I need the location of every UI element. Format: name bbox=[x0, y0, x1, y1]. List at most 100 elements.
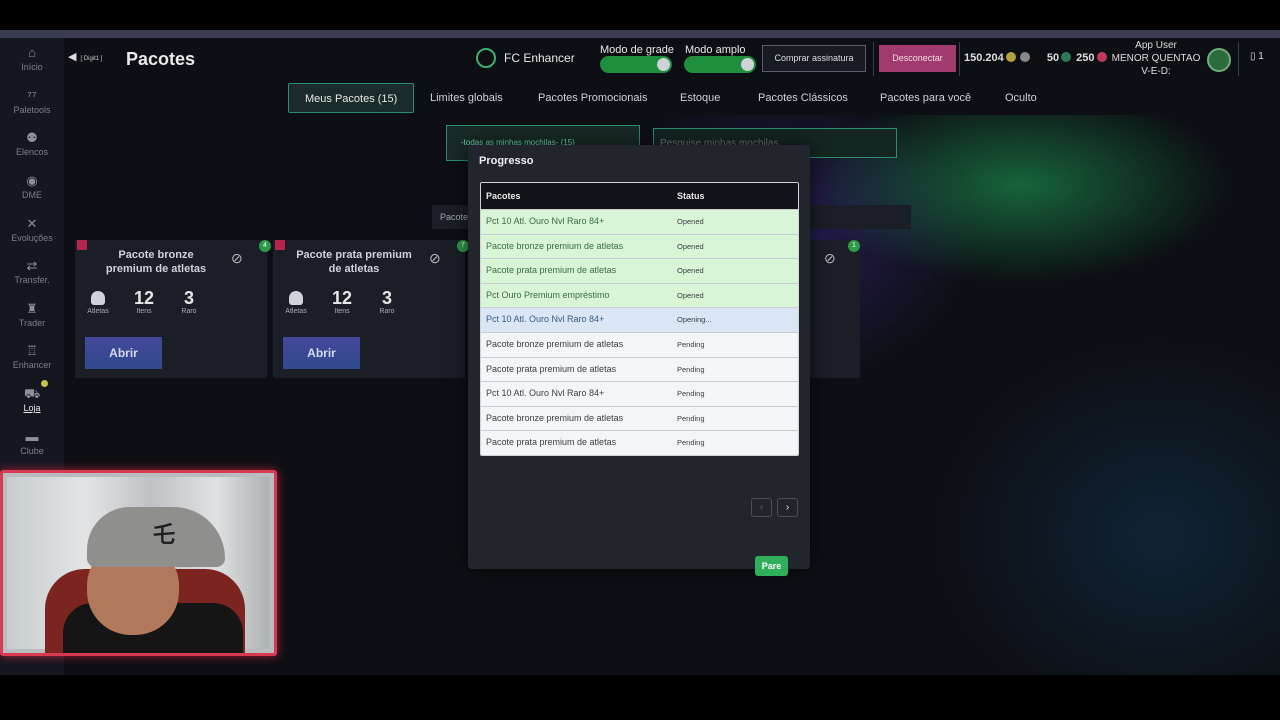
column-header-status: Status bbox=[677, 191, 705, 201]
person-icon bbox=[91, 291, 105, 305]
shortcut-hint: [ Digit1 ] bbox=[80, 56, 103, 62]
toggle-knob bbox=[741, 58, 754, 71]
pack-count-badge: 1 bbox=[848, 240, 860, 252]
disconnect-button[interactable]: Desconectar bbox=[879, 45, 956, 72]
table-row: Pacote bronze premium de atletas Pending bbox=[481, 331, 798, 357]
pack-status: Pending bbox=[677, 364, 705, 374]
phone-count: 1 bbox=[1258, 51, 1264, 62]
wide-mode-toggle[interactable] bbox=[684, 56, 756, 73]
table-row: Pacote prata premium de atletas Pending bbox=[481, 430, 798, 455]
token-icon bbox=[1096, 52, 1107, 62]
stat-label: Atletas bbox=[285, 308, 307, 315]
subscribe-button[interactable]: Comprar assinatura bbox=[762, 45, 866, 72]
table-row: Pct 10 Atl. Ouro Nvl Raro 84+ Pending bbox=[481, 381, 798, 406]
sidebar-item-label: DME bbox=[22, 190, 42, 200]
pack-title: Pacote prata premium de atletas bbox=[296, 249, 412, 275]
tab-meus-pacotes[interactable]: Meus Pacotes (15) bbox=[288, 83, 415, 113]
brand-name: FC Enhancer bbox=[504, 51, 575, 65]
sidebar-item-loja[interactable]: ⛟ Loja bbox=[0, 386, 64, 414]
sidebar-item-label: Clube bbox=[20, 446, 44, 456]
table-row: Pacote bronze premium de atletas Opened bbox=[481, 233, 798, 259]
sidebar-item-elencos[interactable]: ⚉ Elencos bbox=[0, 130, 64, 158]
table-row: Pct Ouro Premium empréstimo Opened bbox=[481, 282, 798, 308]
sidebar-item-label: Início bbox=[21, 62, 43, 72]
rare-stat: 3 Raro bbox=[169, 288, 209, 315]
divider bbox=[873, 42, 874, 76]
open-pack-button[interactable]: Abrir bbox=[283, 337, 360, 369]
person-icon bbox=[289, 291, 303, 305]
items-stat: 12 Itens bbox=[124, 288, 164, 315]
pack-name: Pacote bronze premium de atletas bbox=[486, 338, 624, 349]
coin-settings-icon bbox=[1019, 52, 1030, 62]
cap-logo-icon: 乇 bbox=[153, 522, 176, 547]
pack-name: Pacote prata premium de atletas bbox=[486, 437, 617, 448]
hide-eye-icon[interactable]: ⊘ bbox=[429, 250, 441, 267]
tab-pacotes-classicos[interactable]: Pacotes Clássicos bbox=[758, 83, 848, 113]
stat-label: Raro bbox=[379, 308, 395, 315]
home-icon: ⌂ bbox=[28, 45, 36, 60]
pack-name: Pct 10 Atl. Ouro Nvl Raro 84+ bbox=[486, 314, 605, 325]
phone-indicator[interactable]: ▯ 1 bbox=[1250, 51, 1264, 62]
currency-display: 150.204 50 250 bbox=[964, 52, 1109, 64]
tab-limites-globais[interactable]: Limites globais bbox=[430, 83, 503, 113]
tab-pacotes-promocionais[interactable]: Pacotes Promocionais bbox=[538, 83, 647, 113]
squad-icon: ⚉ bbox=[26, 130, 38, 145]
athletes-stat: Atletas bbox=[276, 288, 316, 315]
grid-mode-label: Modo de grade bbox=[600, 44, 674, 56]
previous-page-button[interactable]: ‹ bbox=[751, 498, 772, 517]
coin-icon bbox=[1005, 52, 1016, 62]
pack-name: Pct Ouro Premium empréstimo bbox=[486, 289, 610, 300]
tab-estoque[interactable]: Estoque bbox=[680, 83, 720, 113]
user-record: V-E-D: bbox=[1141, 66, 1171, 77]
webcam-overlay: 乇 bbox=[0, 470, 277, 656]
sort-select[interactable]: Pacote bbox=[432, 205, 472, 229]
pack-status: Pending bbox=[677, 389, 705, 399]
pack-name: Pacote prata premium de atletas bbox=[486, 265, 617, 276]
tradeable-tag bbox=[275, 240, 285, 250]
sidebar-item-inicio[interactable]: ⌂ Início bbox=[0, 45, 64, 73]
back-button[interactable]: ◀[ Digit1 ] bbox=[68, 50, 102, 63]
next-page-button[interactable]: › bbox=[777, 498, 798, 517]
table-row: Pacote prata premium de atletas Pending bbox=[481, 356, 798, 382]
sidebar-item-enhancer[interactable]: ♖ Enhancer bbox=[0, 343, 64, 371]
stat-label: Itens bbox=[334, 308, 350, 315]
pack-status: Opening... bbox=[677, 315, 712, 325]
table-row: Pacote bronze premium de atletas Pending bbox=[481, 405, 798, 431]
pack-status: Pending bbox=[677, 339, 705, 349]
divider bbox=[959, 42, 960, 76]
sidebar-item-transfer[interactable]: ⇄ Transfer. bbox=[0, 259, 64, 286]
pack-status: Pending bbox=[677, 438, 705, 448]
sidebar-item-evolucoes[interactable]: ✕ Evoluções bbox=[0, 217, 64, 244]
shirt-icon: ♜ bbox=[26, 301, 38, 316]
points-value: 50 bbox=[1046, 52, 1060, 64]
hide-eye-icon[interactable]: ⊘ bbox=[824, 250, 836, 267]
hide-eye-icon[interactable]: ⊘ bbox=[231, 250, 243, 267]
pack-title: Pacote bronze premium de atletas bbox=[105, 249, 207, 275]
sort-order-select[interactable] bbox=[808, 205, 911, 229]
sidebar-item-trader[interactable]: ♜ Trader bbox=[0, 301, 64, 329]
club-badge-avatar[interactable] bbox=[1207, 48, 1231, 72]
toggle-knob bbox=[657, 58, 670, 71]
stat-label: Atletas bbox=[87, 308, 109, 315]
pack-count-badge: 4 bbox=[259, 240, 271, 252]
table-row: Pct 10 Atl. Ouro Nvl Raro 84+ Opened bbox=[481, 209, 798, 234]
wide-mode-label: Modo amplo bbox=[685, 44, 746, 56]
items-stat: 12 Itens bbox=[322, 288, 362, 315]
tab-oculto[interactable]: Oculto bbox=[1005, 83, 1037, 113]
sidebar-item-dme[interactable]: ◉ DME bbox=[0, 174, 64, 201]
open-pack-button[interactable]: Abrir bbox=[85, 337, 162, 369]
cart-icon: ⛟ bbox=[24, 386, 41, 401]
tab-pacotes-para-voce[interactable]: Pacotes para você bbox=[880, 83, 971, 113]
stat-value: 12 bbox=[133, 288, 155, 308]
table-row: Pacote prata premium de atletas Opened bbox=[481, 258, 798, 283]
pack-status: Pending bbox=[677, 413, 705, 423]
enhancer-icon: ♖ bbox=[26, 343, 38, 358]
sidebar-item-clube[interactable]: ▬ Clube bbox=[0, 430, 64, 457]
pack-card: ⊘ 1 bbox=[808, 240, 860, 378]
stop-button[interactable]: Pare bbox=[755, 556, 788, 576]
sidebar-item-paletools[interactable]: ⁷⁷ Paletools bbox=[0, 89, 64, 116]
rare-stat: 3 Raro bbox=[367, 288, 407, 315]
stat-value: 12 bbox=[331, 288, 353, 308]
sidebar-item-label: Paletools bbox=[13, 105, 51, 115]
grid-mode-toggle[interactable] bbox=[600, 56, 672, 73]
